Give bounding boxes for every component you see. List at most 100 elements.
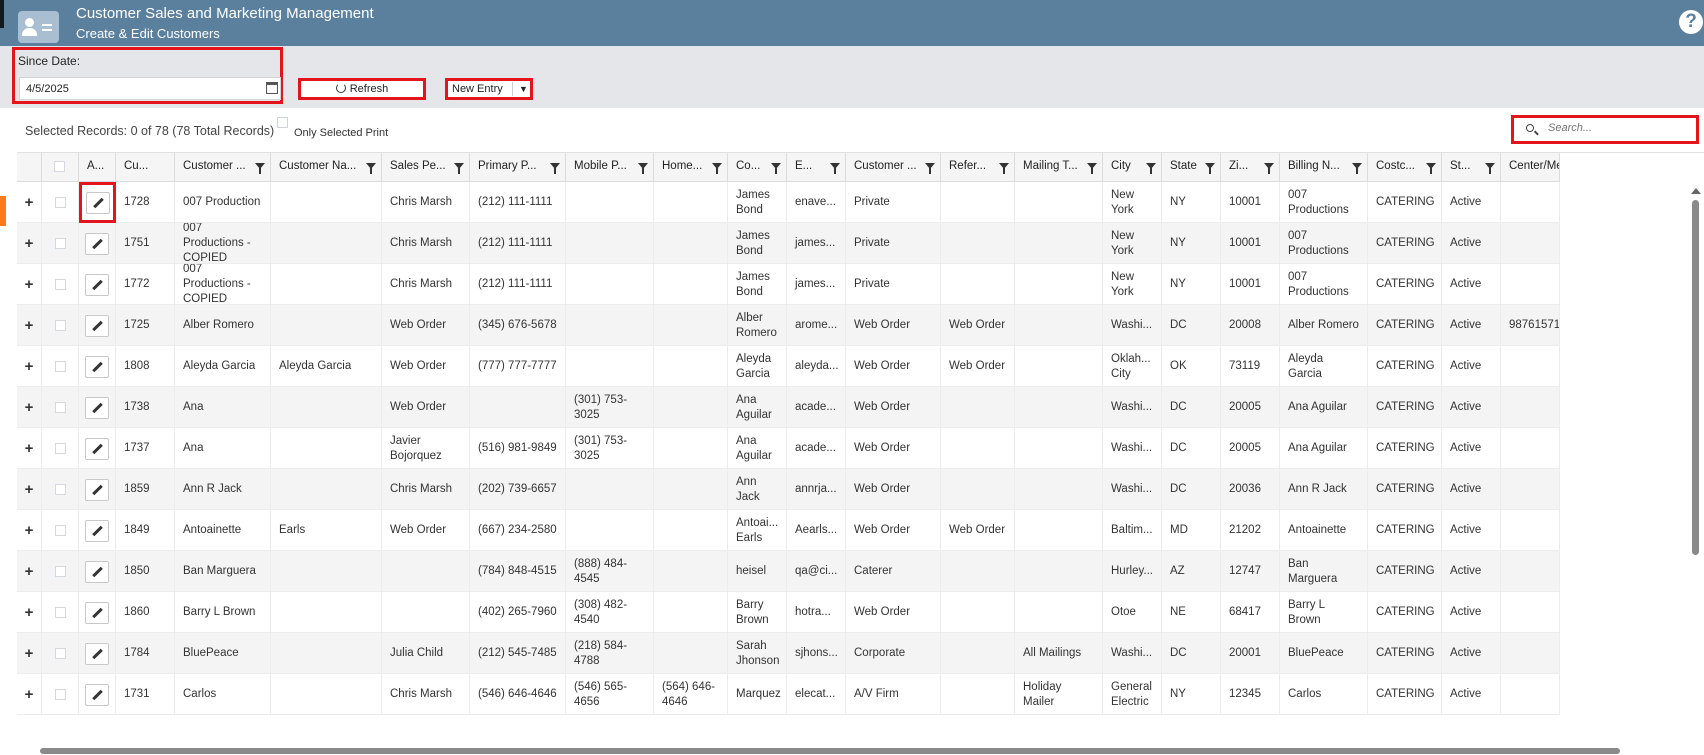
column-header-state[interactable]: State [1162,153,1221,182]
row-checkbox[interactable] [54,566,66,577]
cell-action[interactable] [79,387,116,428]
table-row[interactable]: +1738 Ana Web Order (301) 753-3025 Ana Aguil… [17,387,1560,428]
row-checkbox[interactable] [54,238,66,249]
cell-select[interactable] [42,551,79,592]
table-row[interactable]: +1772 007 Productions - COPIED Chris Marsh… [17,264,1560,305]
table-row[interactable]: +1731 Carlos Chris Marsh (546) 646-4646 (546… [17,674,1560,715]
cell-select[interactable] [42,182,79,223]
scroll-up-icon[interactable] [1691,188,1701,194]
expand-row-button[interactable]: + [17,633,42,674]
cell-action[interactable] [79,551,116,592]
edit-button[interactable] [85,232,109,255]
expand-row-button[interactable]: + [17,510,42,551]
row-checkbox[interactable] [54,525,66,536]
cell-select[interactable] [42,387,79,428]
column-header-center-member[interactable]: Center/Me [1501,153,1560,182]
edit-button[interactable] [85,437,109,460]
expand-row-button[interactable]: + [17,182,42,223]
new-entry-dropdown[interactable]: New Entry ▼ [445,78,533,100]
cell-action[interactable] [79,592,116,633]
table-row[interactable]: +1725 Alber Romero Web Order (345) 676-5678… [17,305,1560,346]
edit-button[interactable] [85,642,109,665]
table-row[interactable]: +1849 Antoainette Earls Web Order (667) 234-… [17,510,1560,551]
column-header-sales-person[interactable]: Sales Pe... [382,153,470,182]
cell-select[interactable] [42,674,79,715]
cell-action[interactable] [79,633,116,674]
row-checkbox[interactable] [54,607,66,618]
edit-button[interactable] [85,519,109,542]
column-header-mailing-type[interactable]: Mailing T... [1015,153,1103,182]
expand-row-button[interactable]: + [17,264,42,305]
expand-row-button[interactable]: + [17,387,42,428]
table-row[interactable]: +1737 Ana Javier Bojorquez (516) 981-9849 (3… [17,428,1560,469]
expand-row-button[interactable]: + [17,223,42,264]
chevron-down-icon[interactable]: ▼ [519,81,528,97]
filter-icon[interactable] [830,163,840,174]
table-row[interactable]: +1860 Barry L Brown (402) 265-7960 (308) 48… [17,592,1560,633]
column-header-email[interactable]: E... [787,153,846,182]
filter-icon[interactable] [925,163,935,174]
horizontal-scroll-thumb[interactable] [40,748,1620,754]
cell-select[interactable] [42,510,79,551]
cell-select[interactable] [42,346,79,387]
row-checkbox[interactable] [54,648,66,659]
search-box[interactable] [1511,115,1699,144]
filter-icon[interactable] [1426,163,1436,174]
cell-select[interactable] [42,469,79,510]
cell-action[interactable] [79,346,116,387]
cell-select[interactable] [42,223,79,264]
column-header-home-phone[interactable]: Home... [654,153,728,182]
filter-icon[interactable] [454,163,464,174]
expand-row-button[interactable]: + [17,305,42,346]
filter-icon[interactable] [771,163,781,174]
row-checkbox[interactable] [54,689,66,700]
cell-action[interactable] [79,305,116,346]
filter-icon[interactable] [1087,163,1097,174]
edit-button[interactable] [85,683,109,706]
help-icon[interactable]: ? [1679,10,1703,34]
since-date-input[interactable] [19,77,281,100]
edit-button[interactable] [85,355,109,378]
cell-action[interactable] [79,510,116,551]
expand-row-button[interactable]: + [17,551,42,592]
filter-icon[interactable] [1146,163,1156,174]
expand-row-button[interactable]: + [17,469,42,510]
cell-select[interactable] [42,633,79,674]
table-row[interactable]: +1808 Aleyda Garcia Aleyda Garcia Web Order… [17,346,1560,387]
select-all-checkbox[interactable] [54,161,65,172]
table-row[interactable]: +1728 007 Production Chris Marsh (212) 111-… [17,182,1560,223]
filter-icon[interactable] [550,163,560,174]
expand-row-button[interactable]: + [17,592,42,633]
filter-icon[interactable] [1264,163,1274,174]
table-row[interactable]: +1784 BluePeace Julia Child (212) 545-7485(… [17,633,1560,674]
column-header-customer-type[interactable]: Customer ... [846,153,941,182]
column-header-customer-id[interactable]: Cu... [116,153,175,182]
vertical-scroll-thumb[interactable] [1692,200,1699,555]
column-header-zip[interactable]: Zi... [1221,153,1280,182]
column-header-select[interactable] [42,153,79,182]
table-row[interactable]: +1850 Ban Marguera (784) 848-4515 (888) 484… [17,551,1560,592]
table-row[interactable]: +1751 007 Productions - COPIED Chris Marsh… [17,223,1560,264]
row-checkbox[interactable] [54,279,66,290]
cell-action[interactable] [79,674,116,715]
column-header-mobile-phone[interactable]: Mobile P... [566,153,654,182]
expand-row-button[interactable]: + [17,428,42,469]
calendar-icon[interactable] [266,82,278,94]
filter-icon[interactable] [638,163,648,174]
edit-button[interactable] [85,478,109,501]
column-header-billing-name[interactable]: Billing N... [1280,153,1368,182]
column-header-city[interactable]: City [1103,153,1162,182]
filter-icon[interactable] [1205,163,1215,174]
cell-action[interactable] [79,264,116,305]
expand-row-button[interactable]: + [17,674,42,715]
edit-button[interactable] [85,191,110,214]
row-checkbox[interactable] [54,361,66,372]
column-header-action[interactable]: A... [79,153,116,182]
cell-action[interactable] [79,182,116,223]
cell-action[interactable] [79,223,116,264]
only-selected-checkbox[interactable] [277,117,288,128]
row-checkbox[interactable] [54,443,66,454]
table-row[interactable]: +1859 Ann R Jack Chris Marsh (202) 739-6657… [17,469,1560,510]
row-checkbox[interactable] [54,402,66,413]
edit-button[interactable] [85,396,109,419]
